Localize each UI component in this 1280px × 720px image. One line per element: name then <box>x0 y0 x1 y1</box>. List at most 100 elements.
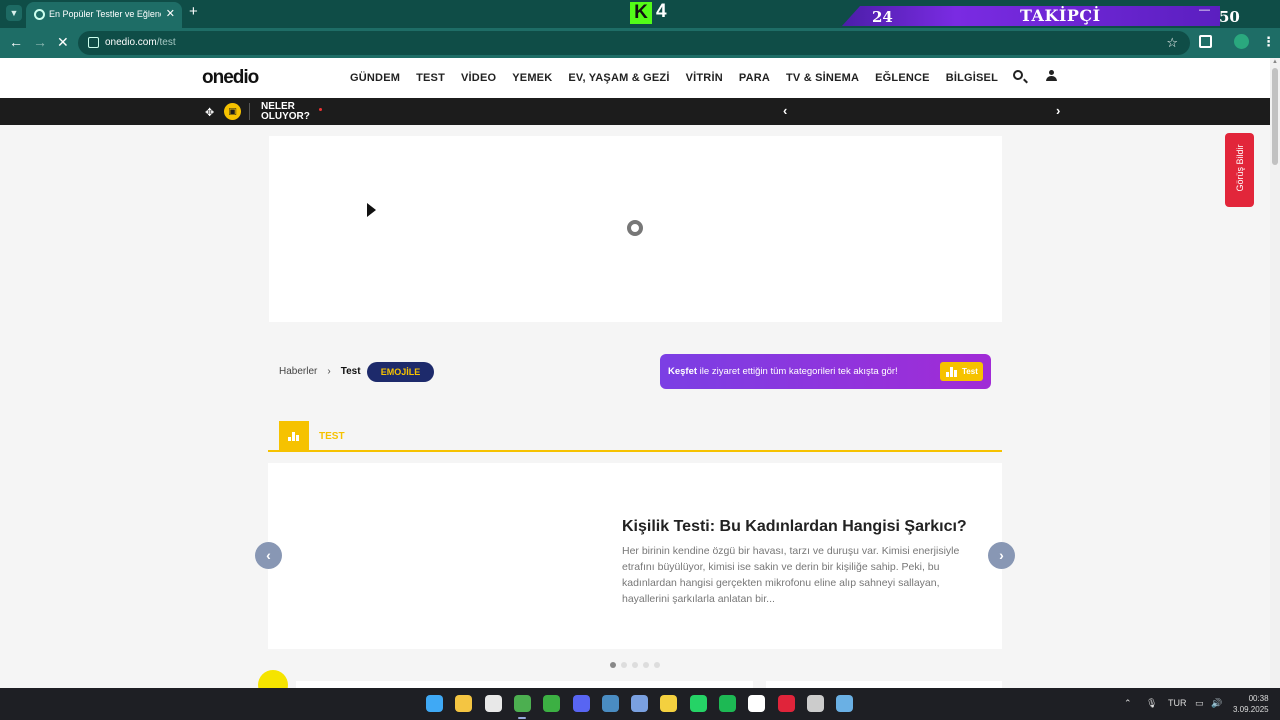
nav-bilgisel[interactable]: BİLGİSEL <box>946 72 998 84</box>
onedio-logo[interactable]: onedio <box>202 67 259 89</box>
slider-dot[interactable] <box>643 662 649 668</box>
tab-title: En Popüler Testler ve Eğlenceli Testler <box>49 9 161 19</box>
search-icon[interactable] <box>1013 70 1023 80</box>
url-domain: onedio.com <box>105 37 157 48</box>
volume-icon[interactable]: 🔊 <box>1211 698 1222 709</box>
ad-placeholder <box>269 136 1002 322</box>
follower-target: 50 <box>1219 8 1240 26</box>
kesfet-text: Keşfet ile ziyaret ettiğin tüm kategoril… <box>668 366 898 377</box>
network-icon[interactable]: ▭ <box>1195 698 1204 709</box>
discord-icon[interactable] <box>572 695 590 712</box>
kesfet-button-label: Test <box>962 367 978 376</box>
tweaks-icon[interactable] <box>806 695 824 712</box>
chrome-icon[interactable] <box>513 695 531 712</box>
kesfet-rest: ile ziyaret ettiğin tüm kategorileri tek… <box>697 366 898 377</box>
profile-avatar[interactable] <box>1234 34 1249 49</box>
kesfet-test-button[interactable]: Test <box>940 362 983 381</box>
whatsapp-icon[interactable] <box>689 695 707 712</box>
slider-dot[interactable] <box>654 662 660 668</box>
tab-favicon-icon <box>34 9 45 20</box>
scroll-up-icon[interactable]: ▲ <box>1272 59 1278 65</box>
emojile-badge[interactable]: EMOJİLE <box>367 362 434 382</box>
slide-description: Her birinin kendine özgü bir havası, tar… <box>622 545 960 605</box>
neler-oluyor-label[interactable]: NELER OLUYOR? <box>261 102 310 122</box>
tab-close-icon[interactable]: ✕ <box>166 7 175 20</box>
system-clock[interactable]: 00:38 3.09.2025 <box>1233 693 1269 715</box>
language-indicator[interactable]: TUR <box>1168 698 1187 708</box>
url-text[interactable]: onedio.com/test <box>105 37 176 48</box>
news-ticker-bar: ✥ ▣ NELER OLUYOR? ‹ › <box>0 98 1270 125</box>
forward-icon[interactable]: → <box>33 35 47 49</box>
main-navigation: GÜNDEM TEST VİDEO YEMEK EV, YAŞAM & GEZİ… <box>350 72 998 84</box>
slider-dot[interactable] <box>610 662 616 668</box>
site-info-icon[interactable] <box>88 37 99 48</box>
neler-line2: OLUYOR? <box>261 111 310 122</box>
mouse-cursor-icon <box>367 203 376 217</box>
app-blue-icon[interactable] <box>631 695 649 712</box>
ticker-next-icon[interactable]: › <box>1056 103 1060 118</box>
running-indicator <box>517 717 526 719</box>
minimize-icon[interactable]: — <box>1199 4 1210 16</box>
page-scrollbar[interactable]: ▲ <box>1270 58 1280 688</box>
slider-next-button[interactable]: › <box>988 542 1015 569</box>
clock-time: 00:38 <box>1248 694 1269 703</box>
nav-gundem[interactable]: GÜNDEM <box>350 72 400 84</box>
browser-toolbar: ← → ✕ onedio.com/test ☆ ⋮ <box>0 28 1280 58</box>
opera-icon[interactable] <box>777 695 795 712</box>
tab-search-icon[interactable]: ▼ <box>6 5 22 21</box>
extensions-icon[interactable] <box>1199 35 1212 48</box>
nav-video[interactable]: VİDEO <box>461 72 496 84</box>
loading-logo-icon <box>627 220 643 236</box>
slider-dot[interactable] <box>621 662 627 668</box>
shield-app-icon[interactable] <box>660 695 678 712</box>
follower-count: 24 <box>872 8 893 26</box>
tray-overflow-icon[interactable]: ⌃ <box>1124 698 1132 709</box>
back-icon[interactable]: ← <box>9 35 23 49</box>
test-podium-icon <box>946 366 957 377</box>
site-header: onedio GÜNDEM TEST VİDEO YEMEK EV, YAŞAM… <box>0 58 1270 98</box>
kesfet-bold: Keşfet <box>668 366 698 377</box>
user-icon[interactable] <box>1046 70 1057 82</box>
nav-para[interactable]: PARA <box>739 72 770 84</box>
nav-vitrin[interactable]: VİTRİN <box>686 72 723 84</box>
stop-loading-icon[interactable]: ✕ <box>57 35 69 49</box>
stream-counter: 4 <box>656 1 667 22</box>
breadcrumb-home[interactable]: Haberler <box>279 366 317 377</box>
address-bar[interactable]: onedio.com/test ☆ <box>78 31 1190 55</box>
steam-deck-icon[interactable] <box>748 695 766 712</box>
store-icon[interactable] <box>484 695 502 712</box>
categories-grid-icon[interactable]: ✥ <box>205 106 214 119</box>
steam-2-icon[interactable] <box>836 695 854 712</box>
ticker-logo-icon[interactable]: ▣ <box>224 103 241 120</box>
microphone-icon[interactable]: 🎙 <box>1146 698 1157 709</box>
chevron-right-icon: › <box>327 366 331 377</box>
breadcrumb: Haberler › Test <box>279 366 361 377</box>
file-explorer-icon[interactable] <box>455 695 473 712</box>
xbox-icon[interactable] <box>543 695 561 712</box>
steam-icon[interactable] <box>601 695 619 712</box>
windows-start-icon[interactable] <box>426 695 443 712</box>
ticker-prev-icon[interactable]: ‹ <box>783 103 787 118</box>
slide-title[interactable]: Kişilik Testi: Bu Kadınlardan Hangisi Şa… <box>622 518 967 536</box>
windows-taskbar: ⌃ 🎙 TUR ▭ 🔊 00:38 3.09.2025 <box>0 688 1280 720</box>
feedback-button[interactable]: Görüş Bildir <box>1225 133 1254 207</box>
nav-test[interactable]: TEST <box>416 72 445 84</box>
slider-pagination <box>610 662 660 668</box>
scrollbar-thumb[interactable] <box>1272 68 1278 165</box>
nav-ev-yasam-gezi[interactable]: EV, YAŞAM & GEZİ <box>568 72 669 84</box>
slider-dot[interactable] <box>632 662 638 668</box>
featured-test-slide[interactable]: Kişilik Testi: Bu Kadınlardan Hangisi Şa… <box>268 463 1002 649</box>
slider-prev-button[interactable]: ‹ <box>255 542 282 569</box>
bookmark-star-icon[interactable]: ☆ <box>1166 35 1178 51</box>
nav-eglence[interactable]: EĞLENCE <box>875 72 930 84</box>
new-tab-button[interactable]: + <box>189 4 198 20</box>
test-section-icon <box>279 421 309 450</box>
browser-tab[interactable]: En Popüler Testler ve Eğlenceli Testler … <box>26 2 182 28</box>
clock-date: 3.09.2025 <box>1233 705 1269 714</box>
kesfet-banner[interactable]: Keşfet ile ziyaret ettiğin tüm kategoril… <box>660 354 991 389</box>
nav-yemek[interactable]: YEMEK <box>512 72 552 84</box>
ticker-divider <box>249 103 250 120</box>
menu-kebab-icon[interactable]: ⋮ <box>1262 34 1275 50</box>
nav-tv-sinema[interactable]: TV & SİNEMA <box>786 72 859 84</box>
spotify-icon[interactable] <box>719 695 736 712</box>
